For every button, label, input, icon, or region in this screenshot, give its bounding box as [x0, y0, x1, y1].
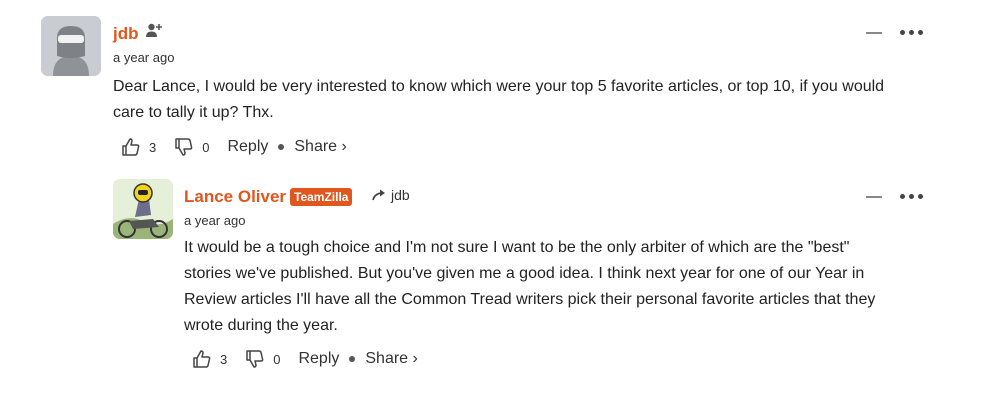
like-button[interactable]: 3	[192, 349, 227, 369]
avatar[interactable]	[113, 179, 173, 239]
dislike-button[interactable]: 0	[174, 137, 209, 157]
reply-arrow-icon	[372, 189, 385, 201]
reply-to-name: jdb	[391, 187, 410, 203]
person-plus-icon[interactable]	[145, 22, 163, 45]
timestamp[interactable]: a year ago	[184, 213, 245, 228]
comment-controls	[866, 194, 923, 199]
like-count: 3	[220, 351, 228, 367]
comment-line: stories we've published. But you've give…	[184, 265, 865, 282]
thumbs-down-icon	[175, 138, 193, 156]
reply-button[interactable]: Reply	[298, 350, 339, 368]
thumbs-up-icon	[193, 350, 211, 368]
dislike-count: 0	[273, 351, 281, 367]
comment-body: It would be a tough choice and I'm not s…	[184, 235, 974, 339]
comment-line: care to tally it up? Thx.	[113, 104, 274, 121]
comment-actions: 3 0 Reply Share ›	[121, 137, 347, 157]
dislike-count: 0	[202, 139, 210, 155]
comment-line: Dear Lance, I would be very interested t…	[113, 78, 885, 95]
comment-line: It would be a tough choice and I'm not s…	[184, 239, 850, 256]
minimize-icon[interactable]	[866, 31, 882, 34]
thumbs-down-icon	[246, 350, 264, 368]
author-name[interactable]: Lance Oliver	[184, 187, 286, 207]
like-count: 3	[149, 139, 157, 155]
author-name[interactable]: jdb	[113, 24, 139, 44]
reply-to[interactable]: jdb	[372, 187, 410, 203]
like-button[interactable]: 3	[121, 137, 156, 157]
timestamp[interactable]: a year ago	[113, 50, 174, 65]
comment-actions: 3 0 Reply Share ›	[192, 349, 418, 369]
minimize-icon[interactable]	[866, 195, 882, 198]
dislike-button[interactable]: 0	[245, 349, 280, 369]
default-avatar-icon	[41, 16, 101, 76]
separator-dot	[278, 144, 285, 150]
comment-controls	[866, 30, 923, 35]
more-options-icon[interactable]	[900, 30, 923, 35]
comment-line: wrote during the year.	[184, 317, 338, 334]
separator-dot	[349, 356, 356, 362]
thumbs-up-icon	[122, 138, 140, 156]
more-options-icon[interactable]	[900, 194, 923, 199]
reply-button[interactable]: Reply	[227, 138, 268, 156]
motorcycle-rider-avatar-icon	[113, 179, 173, 239]
avatar[interactable]	[41, 16, 101, 76]
team-badge: TeamZilla	[290, 188, 353, 206]
comment-line: Review articles I'll have all the Common…	[184, 291, 876, 308]
share-button[interactable]: Share ›	[294, 138, 346, 156]
share-button[interactable]: Share ›	[365, 350, 417, 368]
comment-body: Dear Lance, I would be very interested t…	[113, 74, 973, 126]
